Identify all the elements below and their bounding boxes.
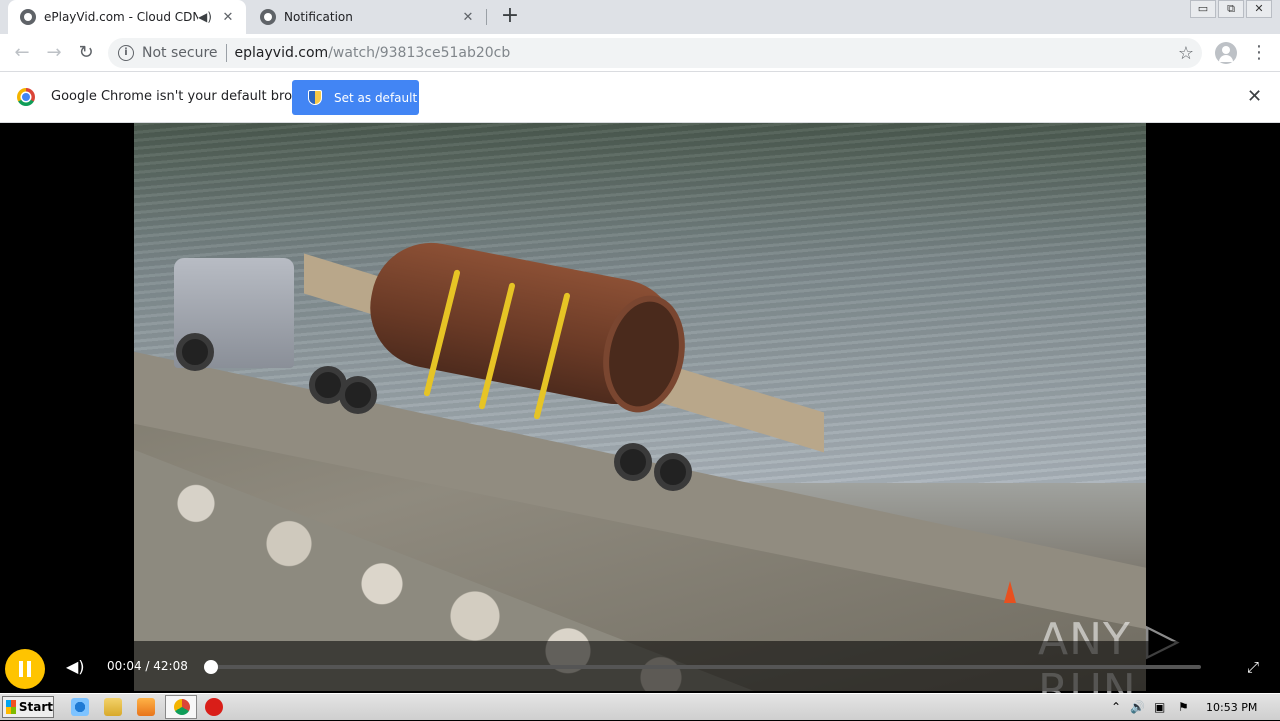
tab-title: Notification <box>284 10 353 24</box>
restore-button[interactable]: ⧉ <box>1218 0 1244 18</box>
window-controls: ▭ ⧉ ✕ <box>1188 0 1272 18</box>
window-close-button[interactable]: ✕ <box>1246 0 1272 18</box>
omnibox-divider <box>225 44 227 62</box>
tab-close-button[interactable]: ✕ <box>460 10 476 25</box>
video-scene-wheel <box>614 443 652 481</box>
file-explorer-icon[interactable] <box>104 698 122 716</box>
start-button[interactable]: Start <box>2 696 54 718</box>
url-host[interactable]: eplayvid.com <box>235 45 329 61</box>
player-controls: ◀) 00:04 / 42:08 ⤢ <box>0 641 1280 691</box>
pause-button[interactable] <box>5 649 45 689</box>
infobar-close-button[interactable]: ✕ <box>1247 88 1262 106</box>
chrome-menu-button[interactable]: ⋮ <box>1250 41 1268 65</box>
chrome-icon <box>174 699 190 715</box>
address-bar[interactable]: i Not secure eplayvid.com /watch/93813ce… <box>108 38 1202 68</box>
windows-taskbar: Start ⌃ 🔊 ▣ ⚑ 10:53 PM <box>0 693 1280 720</box>
video-scene-wheel <box>176 333 214 371</box>
back-button[interactable]: ← <box>10 41 34 65</box>
new-tab-button[interactable]: + <box>498 4 522 30</box>
info-icon[interactable]: i <box>118 45 134 61</box>
set-as-default-label: Set as default <box>334 90 418 105</box>
reload-button[interactable]: ↻ <box>74 41 98 65</box>
tray-network-icon[interactable]: ▣ <box>1154 700 1165 714</box>
seek-handle[interactable] <box>203 660 218 674</box>
tab-notification[interactable]: Notification ✕ <box>248 0 486 34</box>
profile-avatar-icon[interactable] <box>1215 42 1237 64</box>
tab-strip: ePlayVid.com - Cloud CDN ◀) ✕ Notificati… <box>0 0 1280 34</box>
speaker-icon[interactable]: ◀) <box>198 10 214 24</box>
video-scene-cone <box>1004 581 1016 603</box>
security-alert-icon[interactable] <box>205 698 223 716</box>
video-scene-wheel <box>339 376 377 414</box>
internet-explorer-icon[interactable] <box>71 698 89 716</box>
video-frame[interactable] <box>134 123 1146 691</box>
taskbar-chrome-button[interactable] <box>165 695 197 719</box>
tray-volume-icon[interactable]: 🔊 <box>1130 700 1145 714</box>
system-tray: ⌃ 🔊 ▣ ⚑ 10:53 PM <box>1106 694 1280 721</box>
tab-eplayvid[interactable]: ePlayVid.com - Cloud CDN ◀) ✕ <box>8 0 246 34</box>
url-path[interactable]: /watch/93813ce51ab20cb <box>328 45 510 61</box>
tab-divider <box>486 9 487 25</box>
tray-action-center-icon[interactable]: ⚑ <box>1178 700 1189 714</box>
tab-title: ePlayVid.com - Cloud CDN <box>44 10 198 24</box>
taskbar-clock[interactable]: 10:53 PM <box>1206 701 1257 714</box>
forward-button[interactable]: → <box>42 41 66 65</box>
security-label[interactable]: Not secure <box>142 45 218 61</box>
set-as-default-button[interactable]: Set as default <box>292 80 419 115</box>
browser-toolbar: ← → ↻ i Not secure eplayvid.com /watch/9… <box>0 34 1280 72</box>
fullscreen-icon[interactable]: ⤢ <box>1247 658 1259 676</box>
seek-bar[interactable] <box>203 660 1201 674</box>
chrome-logo-icon <box>17 88 35 106</box>
uac-shield-icon <box>308 90 322 105</box>
globe-icon <box>20 9 36 25</box>
minimize-button[interactable]: ▭ <box>1190 0 1216 18</box>
windows-logo-icon <box>6 700 16 714</box>
tray-expand-icon[interactable]: ⌃ <box>1111 700 1121 714</box>
bookmark-star-icon[interactable]: ☆ <box>1178 43 1194 64</box>
video-player[interactable] <box>0 123 1280 691</box>
time-display: 00:04 / 42:08 <box>107 659 188 673</box>
volume-icon[interactable]: ◀) <box>66 657 85 676</box>
infobar-message: Google Chrome isn't your default browser <box>51 89 323 104</box>
tab-close-button[interactable]: ✕ <box>220 10 236 25</box>
globe-icon <box>260 9 276 25</box>
media-player-icon[interactable] <box>137 698 155 716</box>
start-label: Start <box>18 700 53 714</box>
video-scene-wheel <box>654 453 692 491</box>
default-browser-infobar: Google Chrome isn't your default browser <box>0 72 1280 123</box>
